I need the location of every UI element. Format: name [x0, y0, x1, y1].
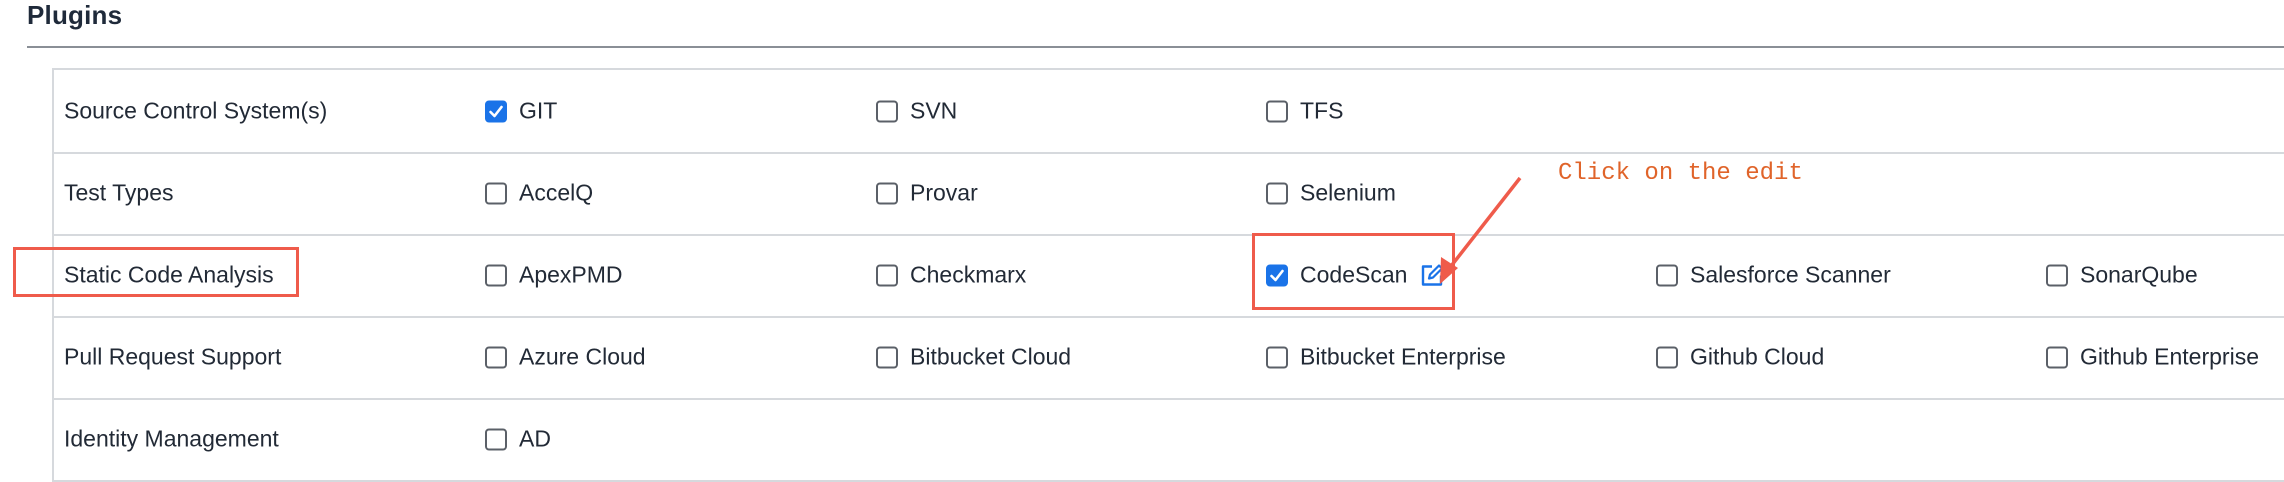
row-label: Source Control System(s): [64, 97, 328, 124]
checkbox[interactable]: [876, 346, 898, 368]
checkbox[interactable]: [485, 100, 507, 122]
checkbox[interactable]: [485, 428, 507, 450]
checkbox[interactable]: [2046, 346, 2068, 368]
row-identity-management: Identity Management AD: [54, 398, 2284, 480]
checkbox[interactable]: [1656, 264, 1678, 286]
checkbox-ad[interactable]: AD: [485, 426, 551, 453]
checkbox[interactable]: [485, 264, 507, 286]
checkbox-apexpmd[interactable]: ApexPMD: [485, 262, 623, 289]
checkbox[interactable]: [485, 346, 507, 368]
checkbox[interactable]: [485, 182, 507, 204]
checkbox-tfs[interactable]: TFS: [1266, 98, 1343, 125]
checkbox-selenium[interactable]: Selenium: [1266, 180, 1396, 207]
option-label: Azure Cloud: [519, 343, 646, 370]
checkbox-svn[interactable]: SVN: [876, 98, 957, 125]
option-label: Checkmarx: [910, 261, 1027, 288]
row-source-control: Source Control System(s) GIT SVN TFS: [54, 70, 2284, 154]
row-label: Pull Request Support: [64, 343, 282, 370]
checkbox-provar[interactable]: Provar: [876, 180, 978, 207]
row-pull-request-support: Pull Request Support Azure Cloud Bitbuck…: [54, 316, 2284, 400]
row-label: Static Code Analysis: [64, 261, 274, 288]
checkbox[interactable]: [1266, 182, 1288, 204]
option-label: Github Cloud: [1690, 343, 1825, 370]
checkbox-sonarqube[interactable]: SonarQube: [2046, 262, 2198, 289]
checkbox[interactable]: [2046, 264, 2068, 286]
option-label: AD: [519, 425, 551, 452]
option-label: SonarQube: [2080, 261, 2198, 288]
option-label: Bitbucket Cloud: [910, 343, 1072, 370]
option-label: SVN: [910, 97, 958, 124]
option-label: Bitbucket Enterprise: [1300, 343, 1506, 370]
plugins-table: Source Control System(s) GIT SVN TFS Tes…: [52, 68, 2284, 482]
option-label: Provar: [910, 179, 978, 206]
row-static-code-analysis: Static Code Analysis ApexPMD Checkmarx C…: [54, 234, 2284, 318]
checkbox-bitbucket-cloud[interactable]: Bitbucket Cloud: [876, 344, 1071, 371]
checkbox-codescan[interactable]: CodeScan: [1266, 262, 1445, 289]
option-label: Selenium: [1300, 179, 1396, 206]
option-label: CodeScan: [1300, 261, 1408, 288]
checkbox-checkmarx[interactable]: Checkmarx: [876, 262, 1026, 289]
section-title: Plugins: [27, 0, 123, 30]
section-divider: [27, 46, 2284, 48]
checkbox[interactable]: [1266, 346, 1288, 368]
checkbox-accelq[interactable]: AccelQ: [485, 180, 593, 207]
checkbox[interactable]: [1266, 100, 1288, 122]
checkbox-git[interactable]: GIT: [485, 98, 557, 125]
checkbox[interactable]: [1656, 346, 1678, 368]
edit-icon[interactable]: [1419, 262, 1445, 288]
option-label: GIT: [519, 97, 558, 124]
checkbox[interactable]: [876, 264, 898, 286]
checkbox-github-cloud[interactable]: Github Cloud: [1656, 344, 1824, 371]
option-label: ApexPMD: [519, 261, 623, 288]
checkbox-bitbucket-enterprise[interactable]: Bitbucket Enterprise: [1266, 344, 1506, 371]
option-label: TFS: [1300, 97, 1344, 124]
checkbox[interactable]: [876, 100, 898, 122]
annotation-note: Click on the edit: [1558, 160, 1803, 187]
checkbox[interactable]: [1266, 264, 1288, 286]
option-label: Salesforce Scanner: [1690, 261, 1891, 288]
checkbox-github-enterprise[interactable]: Github Enterprise: [2046, 344, 2259, 371]
checkbox-salesforce-scanner[interactable]: Salesforce Scanner: [1656, 262, 1891, 289]
row-label: Identity Management: [64, 425, 279, 452]
option-label: Github Enterprise: [2080, 343, 2259, 370]
row-label: Test Types: [64, 179, 174, 206]
row-test-types: Test Types AccelQ Provar Selenium: [54, 152, 2284, 236]
checkbox[interactable]: [876, 182, 898, 204]
checkbox-azure-cloud[interactable]: Azure Cloud: [485, 344, 646, 371]
option-label: AccelQ: [519, 179, 594, 206]
